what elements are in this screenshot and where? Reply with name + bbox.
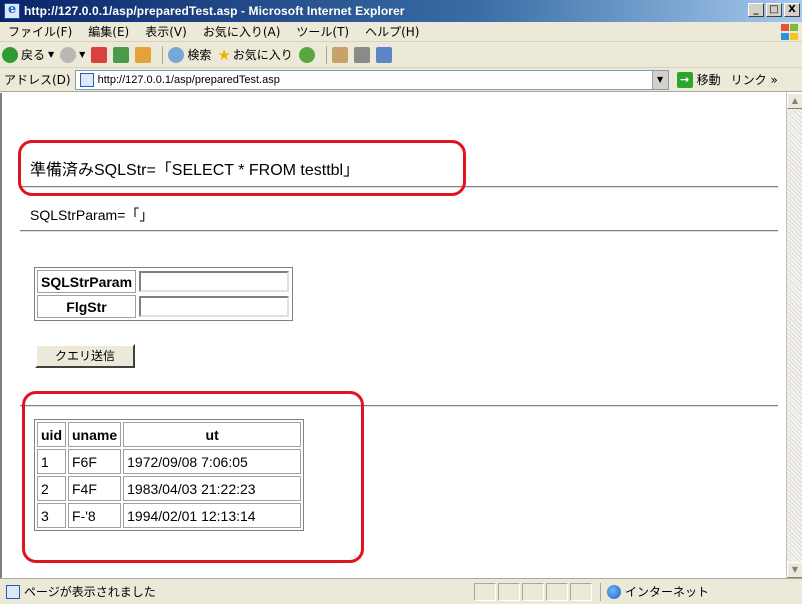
go-label: 移動 xyxy=(696,73,721,87)
field1-label: SQLStrParam xyxy=(37,270,137,293)
flgstr-input[interactable] xyxy=(139,296,290,317)
address-bar: アドレス(D) http://127.0.0.1/asp/preparedTes… xyxy=(0,68,802,92)
cell-ut: 1972/09/08 7:06:05 xyxy=(123,449,302,474)
search-button[interactable]: 検索 xyxy=(168,46,211,63)
scroll-down-icon[interactable]: ▼ xyxy=(787,562,802,578)
menu-view[interactable]: 表示(V) xyxy=(137,23,195,40)
go-arrow-icon: → xyxy=(676,71,693,88)
table-row: 1 F6F 1972/09/08 7:06:05 xyxy=(37,449,302,474)
home-icon[interactable] xyxy=(135,46,152,63)
sqlstrparam-input[interactable] xyxy=(139,271,290,292)
table-row: 2 F4F 1983/04/03 21:22:23 xyxy=(37,476,302,501)
globe-icon xyxy=(607,584,621,599)
search-label: 検索 xyxy=(187,48,212,62)
cell-uname: F6F xyxy=(68,449,122,474)
cell-ut: 1983/04/03 21:22:23 xyxy=(123,476,302,501)
page-content: 準備済みSQLStr=「SELECT * FROM testtbl」 SQLSt… xyxy=(0,93,786,578)
col-header-ut: ut xyxy=(123,422,302,447)
sql-param-text: SQLStrParam=「」 xyxy=(30,207,154,223)
col-header-uid: uid xyxy=(37,422,66,447)
forward-button[interactable]: ▼ xyxy=(60,46,85,63)
menu-bar: ファイル(F) 編集(E) 表示(V) お気に入り(A) ツール(T) ヘルプ(… xyxy=(0,22,802,42)
vertical-scrollbar[interactable]: ▲ ▼ xyxy=(786,93,802,578)
divider xyxy=(20,230,778,232)
security-zone: インターネット xyxy=(600,582,760,601)
close-button[interactable]: X xyxy=(784,3,800,17)
edit-icon[interactable] xyxy=(375,46,392,63)
col-header-uname: uname xyxy=(68,422,122,447)
back-arrow-icon xyxy=(2,46,18,63)
go-button[interactable]: → 移動 xyxy=(676,71,721,88)
search-icon xyxy=(168,46,185,63)
windows-logo-icon xyxy=(780,24,798,40)
status-pane xyxy=(570,582,592,601)
back-label: 戻る xyxy=(21,48,46,62)
status-pane xyxy=(498,582,520,601)
scroll-up-icon[interactable]: ▲ xyxy=(787,93,802,109)
field2-label: FlgStr xyxy=(37,295,137,318)
cell-uid: 3 xyxy=(37,503,66,528)
table-row: 3 F-'8 1994/02/01 12:13:14 xyxy=(37,503,302,528)
cell-uname: F4F xyxy=(68,476,122,501)
address-input[interactable]: http://127.0.0.1/asp/preparedTest.asp ▼ xyxy=(74,69,669,90)
zone-label: インターネット xyxy=(625,585,710,599)
status-bar: ページが表示されました インターネット xyxy=(0,578,802,604)
prepared-sql-text: 準備済みSQLStr=「SELECT * FROM testtbl」 xyxy=(30,162,360,179)
status-text: ページが表示されました xyxy=(24,585,156,599)
links-button[interactable]: リンク » xyxy=(731,71,778,88)
submit-query-button[interactable]: クエリ送信 xyxy=(35,344,135,368)
history-icon[interactable] xyxy=(298,46,315,63)
divider xyxy=(20,405,778,407)
menu-favorites[interactable]: お気に入り(A) xyxy=(195,23,289,40)
menu-edit[interactable]: 編集(E) xyxy=(80,23,137,40)
star-icon: ★ xyxy=(217,45,231,64)
cell-ut: 1994/02/01 12:13:14 xyxy=(123,503,302,528)
status-pane xyxy=(474,582,496,601)
toolbar-separator xyxy=(162,45,164,64)
back-dropdown-icon[interactable]: ▼ xyxy=(48,50,54,59)
status-pane xyxy=(522,582,544,601)
address-dropdown-icon[interactable]: ▼ xyxy=(651,70,668,89)
address-url: http://127.0.0.1/asp/preparedTest.asp xyxy=(97,73,280,86)
window-title: http://127.0.0.1/asp/preparedTest.asp - … xyxy=(24,4,405,18)
table-header-row: uid uname ut xyxy=(37,422,302,447)
cell-uid: 1 xyxy=(37,449,66,474)
ie-icon xyxy=(4,2,20,19)
minimize-button[interactable]: _ xyxy=(748,3,764,17)
divider xyxy=(20,186,778,188)
results-table: uid uname ut 1 F6F 1972/09/08 7:06:05 2 … xyxy=(34,419,305,531)
menu-help[interactable]: ヘルプ(H) xyxy=(357,23,427,40)
forward-arrow-icon xyxy=(60,46,77,63)
refresh-icon[interactable] xyxy=(113,46,130,63)
cell-uid: 2 xyxy=(37,476,66,501)
toolbar-separator xyxy=(325,45,327,64)
cell-uname: F-'8 xyxy=(68,503,122,528)
favorites-button[interactable]: ★ お気に入り xyxy=(217,46,292,64)
menu-file[interactable]: ファイル(F) xyxy=(0,23,80,40)
window-controls: _ □ X xyxy=(748,3,800,17)
address-label: アドレス(D) xyxy=(4,73,71,87)
title-bar: http://127.0.0.1/asp/preparedTest.asp - … xyxy=(0,0,802,22)
mail-icon[interactable] xyxy=(331,46,348,63)
page-done-icon xyxy=(6,584,20,599)
favorites-label: お気に入り xyxy=(232,48,293,62)
back-button[interactable]: 戻る ▼ xyxy=(2,46,54,63)
status-pane xyxy=(546,582,568,601)
stop-icon[interactable] xyxy=(91,46,108,63)
forward-dropdown-icon[interactable]: ▼ xyxy=(79,50,85,59)
print-icon[interactable] xyxy=(353,46,370,63)
form-table: SQLStrParam FlgStr xyxy=(34,267,294,321)
page-icon xyxy=(79,72,94,87)
menu-tools[interactable]: ツール(T) xyxy=(288,23,357,40)
maximize-button[interactable]: □ xyxy=(766,3,782,17)
toolbar: 戻る ▼ ▼ 検索 ★ お気に入り xyxy=(0,42,802,68)
